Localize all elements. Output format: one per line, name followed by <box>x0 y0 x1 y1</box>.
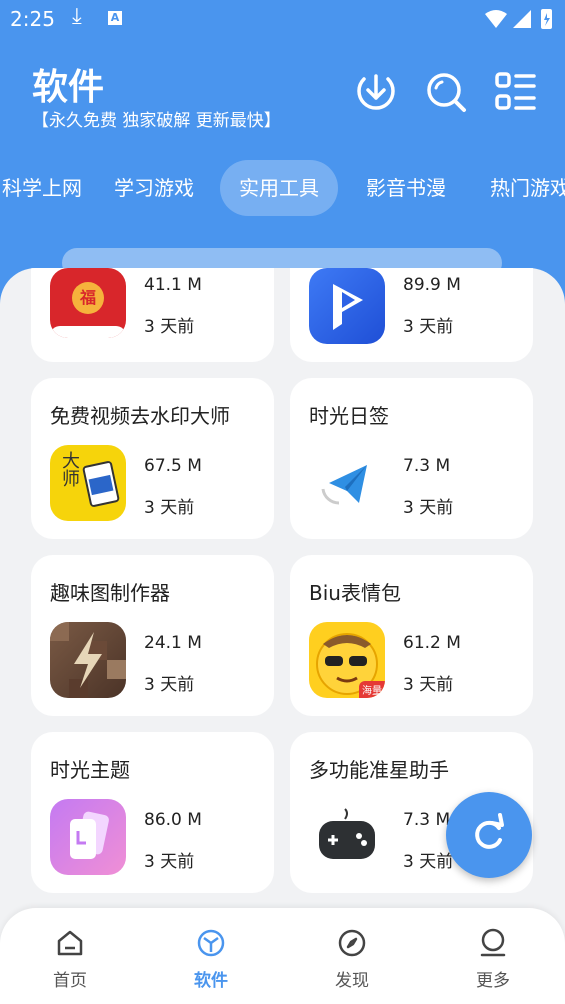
nav-software-label: 软件 <box>194 971 228 991</box>
tab-utility-tools[interactable]: 实用工具 <box>220 160 338 216</box>
app-update-time: 3 天前 <box>403 852 454 872</box>
app-size: 61.2 M <box>403 633 461 653</box>
app-size: 89.9 M <box>403 275 461 295</box>
tab-media-books[interactable]: 影音书漫 <box>352 160 460 216</box>
signal-icon <box>513 10 531 28</box>
app-size: 24.1 M <box>144 633 202 653</box>
app-update-time: 3 天前 <box>144 675 195 695</box>
watermark-master-icon: 大师 <box>50 445 126 521</box>
system-icons <box>485 9 552 29</box>
nav-discover-label: 发现 <box>335 971 369 991</box>
emoji-face-icon: 海量 <box>309 622 385 698</box>
gamepad-icon <box>309 799 385 875</box>
app-name: 免费视频去水印大师 <box>50 404 230 428</box>
app-name: 时光日签 <box>309 404 389 428</box>
app-name: Biu表情包 <box>309 581 401 605</box>
app-update-time: 3 天前 <box>144 852 195 872</box>
nav-home-label: 首页 <box>53 971 87 991</box>
nav-discover[interactable]: 发现 <box>317 928 387 991</box>
app-card[interactable]: Biu表情包 海量 61.2 M 3 天前 <box>290 555 533 716</box>
status-bar: 2:25 ⤓ A <box>0 0 565 38</box>
download-icon[interactable] <box>354 70 398 114</box>
app-update-time: 3 天前 <box>144 498 195 518</box>
app-size: 67.5 M <box>144 456 202 476</box>
app-card[interactable]: 趣味图制作器 24.1 M 3 天前 <box>31 555 274 716</box>
app-card[interactable]: 时光主题 86.0 M 3 天前 <box>31 732 274 893</box>
app-card[interactable]: 时光日签 7.3 M 3 天前 <box>290 378 533 539</box>
app-update-time: 3 天前 <box>403 498 454 518</box>
app-grid: 福 41.1 M 3 天前 89.9 M 3 天前 免费视频去水印大师 大师 6… <box>0 268 565 1004</box>
app-update-time: 3 天前 <box>403 317 454 337</box>
page-subtitle: 【永久免费 独家破解 更新最快】 <box>32 111 281 131</box>
app-size: 7.3 M <box>403 810 451 830</box>
app-card[interactable]: 福 41.1 M 3 天前 <box>31 268 274 362</box>
lightning-pixel-icon <box>50 622 126 698</box>
nav-home[interactable]: 首页 <box>35 928 105 991</box>
app-name: 时光主题 <box>50 758 130 782</box>
app-name: 多功能准星助手 <box>309 758 449 782</box>
theme-cards-icon <box>50 799 126 875</box>
nav-more[interactable]: 更多 <box>458 928 528 991</box>
software-icon <box>197 929 225 957</box>
a-status-icon: A <box>108 11 122 25</box>
app-size: 86.0 M <box>144 810 202 830</box>
app-card[interactable]: 免费视频去水印大师 大师 67.5 M 3 天前 <box>31 378 274 539</box>
compass-icon <box>338 929 366 957</box>
page-title: 软件 <box>32 67 105 108</box>
status-time: 2:25 <box>10 7 55 31</box>
search-icon[interactable] <box>424 70 468 114</box>
app-name: 趣味图制作器 <box>50 581 170 605</box>
app-size: 41.1 M <box>144 275 202 295</box>
app-size: 7.3 M <box>403 456 451 476</box>
refresh-button[interactable] <box>446 792 532 878</box>
bottom-navigation: 首页 软件 发现 更多 <box>0 908 565 1004</box>
category-tabs: 科学上网 学习游戏 实用工具 影音书漫 热门游戏 <box>0 160 565 218</box>
user-icon <box>480 928 506 957</box>
menu-grid-icon[interactable] <box>494 70 538 114</box>
video-player-icon <box>309 268 385 344</box>
red-envelope-icon: 福 <box>50 268 126 338</box>
tab-study-games[interactable]: 学习游戏 <box>100 160 208 216</box>
app-card[interactable]: 89.9 M 3 天前 <box>290 268 533 362</box>
wifi-icon <box>485 10 507 28</box>
app-update-time: 3 天前 <box>403 675 454 695</box>
paper-plane-icon <box>309 445 385 521</box>
refresh-icon <box>475 820 502 849</box>
nav-software[interactable]: 软件 <box>176 928 246 991</box>
nav-more-label: 更多 <box>476 971 510 991</box>
app-update-time: 3 天前 <box>144 317 195 337</box>
tab-hot-games[interactable]: 热门游戏 <box>476 160 565 216</box>
home-icon <box>57 930 83 956</box>
tab-science-internet[interactable]: 科学上网 <box>0 160 96 216</box>
download-status-icon: ⤓ <box>72 4 82 29</box>
